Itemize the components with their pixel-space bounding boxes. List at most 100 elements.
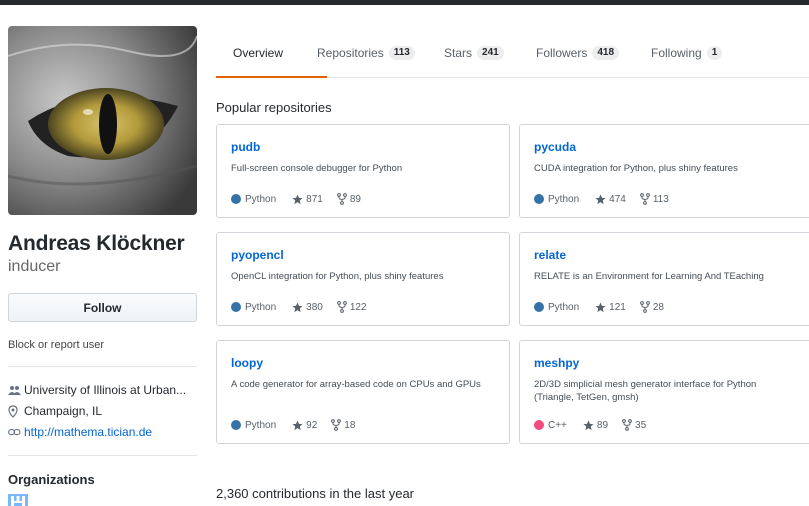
repo-language: Python (245, 193, 277, 205)
language-color-dot (534, 420, 544, 430)
repo-meta: Python 380 122 (231, 301, 381, 313)
fork-count: 18 (344, 419, 356, 431)
profile-tabs: Overview Repositories 113 Stars 241 Foll… (216, 30, 809, 78)
repo-card-loopy: loopy A code generator for array-based c… (216, 340, 510, 444)
tab-repositories[interactable]: Repositories 113 (317, 45, 415, 61)
repo-name-link[interactable]: pudb (231, 140, 495, 154)
repo-language: C++ (548, 419, 567, 431)
star-count: 121 (609, 301, 626, 313)
fork-count: 113 (652, 193, 669, 205)
repo-description: CUDA integration for Python, plus shiny … (534, 163, 738, 174)
sidebar-divider (8, 455, 197, 456)
avatar[interactable] (8, 26, 197, 215)
profile-location: Champaign, IL (8, 402, 198, 420)
language-color-dot (231, 302, 241, 312)
profile-website: http://mathema.tician.de (8, 423, 198, 441)
repo-name-link[interactable]: meshpy (534, 356, 798, 370)
star-icon (595, 193, 606, 204)
fork-icon (336, 301, 347, 313)
star-count: 871 (306, 193, 323, 205)
repo-stars[interactable]: 474 (595, 194, 626, 205)
repo-stars[interactable]: 89 (583, 420, 608, 431)
location-text: Champaign, IL (24, 404, 103, 418)
star-icon (292, 301, 303, 312)
profile-username: inducer (8, 258, 61, 275)
star-icon (292, 419, 303, 430)
tab-label: Repositories (317, 46, 384, 60)
location-icon (8, 404, 24, 418)
repo-meta: Python 92 18 (231, 419, 369, 431)
repo-card-pyopencl: pyopencl OpenCL integration for Python, … (216, 232, 510, 326)
repo-stars[interactable]: 92 (292, 420, 317, 431)
tab-count: 113 (388, 46, 415, 60)
organizations-heading: Organizations (8, 472, 95, 487)
sidebar-divider (8, 366, 197, 367)
repo-stars[interactable]: 380 (292, 302, 323, 313)
repo-stars[interactable]: 121 (595, 302, 626, 313)
follow-button[interactable]: Follow (8, 293, 197, 322)
fork-icon (336, 193, 347, 205)
star-icon (595, 301, 606, 312)
link-icon (8, 428, 24, 437)
repo-name-link[interactable]: pycuda (534, 140, 798, 154)
fork-count: 35 (635, 419, 647, 431)
repo-meta: Python 121 28 (534, 301, 678, 313)
tab-count: 418 (592, 46, 620, 60)
repo-meta: Python 871 89 (231, 193, 375, 205)
fork-icon (622, 419, 632, 431)
repo-forks[interactable]: 28 (639, 301, 664, 313)
repo-forks[interactable]: 122 (336, 301, 367, 313)
fork-icon (639, 301, 650, 313)
language-color-dot (231, 194, 241, 204)
repo-card-pudb: pudb Full-screen console debugger for Py… (216, 124, 510, 218)
profile-full-name: Andreas Klöckner (8, 232, 185, 255)
repo-description: A code generator for array-based code on… (231, 379, 481, 390)
star-icon (292, 193, 303, 204)
star-count: 474 (609, 193, 626, 205)
tab-stars[interactable]: Stars 241 (444, 45, 504, 61)
repo-name-link[interactable]: relate (534, 248, 798, 262)
language-color-dot (534, 302, 544, 312)
repo-forks[interactable]: 113 (639, 193, 669, 205)
repo-language: Python (548, 301, 580, 313)
profile-sidebar: Andreas Klöckner inducer Follow Block or… (8, 26, 198, 506)
fork-icon (331, 419, 342, 431)
fork-count: 122 (349, 301, 367, 313)
repo-stars[interactable]: 871 (292, 194, 323, 205)
top-header-bar (0, 0, 809, 5)
language-color-dot (534, 194, 544, 204)
tab-overview[interactable]: Overview (233, 45, 283, 61)
tab-label: Following (651, 46, 702, 60)
repo-forks[interactable]: 18 (331, 419, 355, 431)
tab-count: 1 (706, 46, 723, 60)
repo-meta: C++ 89 35 (534, 419, 660, 431)
repo-language: Python (548, 193, 580, 205)
repo-meta: Python 474 113 (534, 193, 683, 205)
repo-name-link[interactable]: loopy (231, 356, 495, 370)
repo-forks[interactable]: 35 (622, 419, 646, 431)
tab-count: 241 (477, 46, 504, 60)
fork-count: 89 (349, 193, 361, 205)
profile-organization: University of Illinois at Urban... (8, 381, 198, 399)
website-link[interactable]: http://mathema.tician.de (24, 423, 152, 441)
fork-count: 28 (652, 301, 664, 313)
org-avatar-icon[interactable] (8, 494, 28, 506)
tab-label: Overview (233, 46, 284, 60)
tab-followers[interactable]: Followers 418 (536, 45, 620, 61)
star-count: 380 (306, 301, 323, 313)
star-count: 92 (306, 419, 318, 431)
tab-label: Stars (444, 46, 473, 60)
repo-language: Python (245, 419, 277, 431)
repo-description: 2D/3D simplicial mesh generator interfac… (534, 379, 757, 403)
active-tab-indicator (216, 76, 327, 78)
repo-name-link[interactable]: pyopencl (231, 248, 495, 262)
repo-description: RELATE is an Environment for Learning An… (534, 271, 764, 282)
repo-card-meshpy: meshpy 2D/3D simplicial mesh generator i… (519, 340, 809, 444)
repo-forks[interactable]: 89 (336, 193, 361, 205)
repo-description: OpenCL integration for Python, plus shin… (231, 271, 444, 282)
star-icon (583, 419, 594, 430)
language-color-dot (231, 420, 241, 430)
tab-following[interactable]: Following 1 (651, 45, 723, 61)
block-report-link[interactable]: Block or report user (8, 338, 198, 352)
repo-card-pycuda: pycuda CUDA integration for Python, plus… (519, 124, 809, 218)
